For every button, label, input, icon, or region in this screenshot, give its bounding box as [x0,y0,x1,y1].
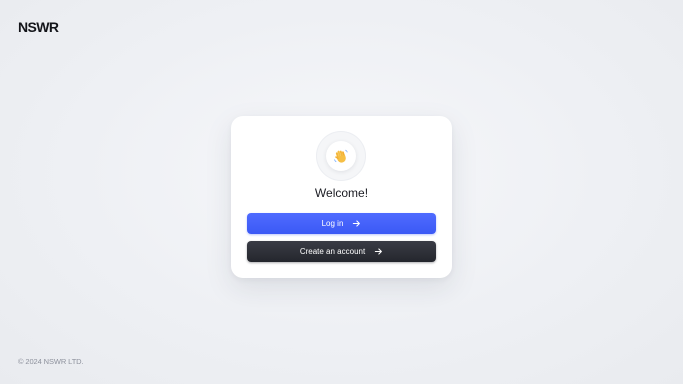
emoji-badge [316,131,366,181]
create-account-button[interactable]: Create an account [247,241,436,262]
brand-logo[interactable]: NSWR [18,19,59,35]
login-button-label: Log in [321,219,344,228]
waving-hand-glyph [334,149,348,163]
arrow-right-icon [374,247,383,256]
footer-copyright: © 2024 NSWR LTD. [18,357,84,366]
create-account-button-label: Create an account [299,247,366,256]
login-button[interactable]: Log in [247,213,436,234]
waving-hand-icon [326,141,356,171]
welcome-title: Welcome! [314,186,369,200]
arrow-right-icon [352,219,361,228]
welcome-card: Welcome! Log in Create an account [231,116,452,278]
